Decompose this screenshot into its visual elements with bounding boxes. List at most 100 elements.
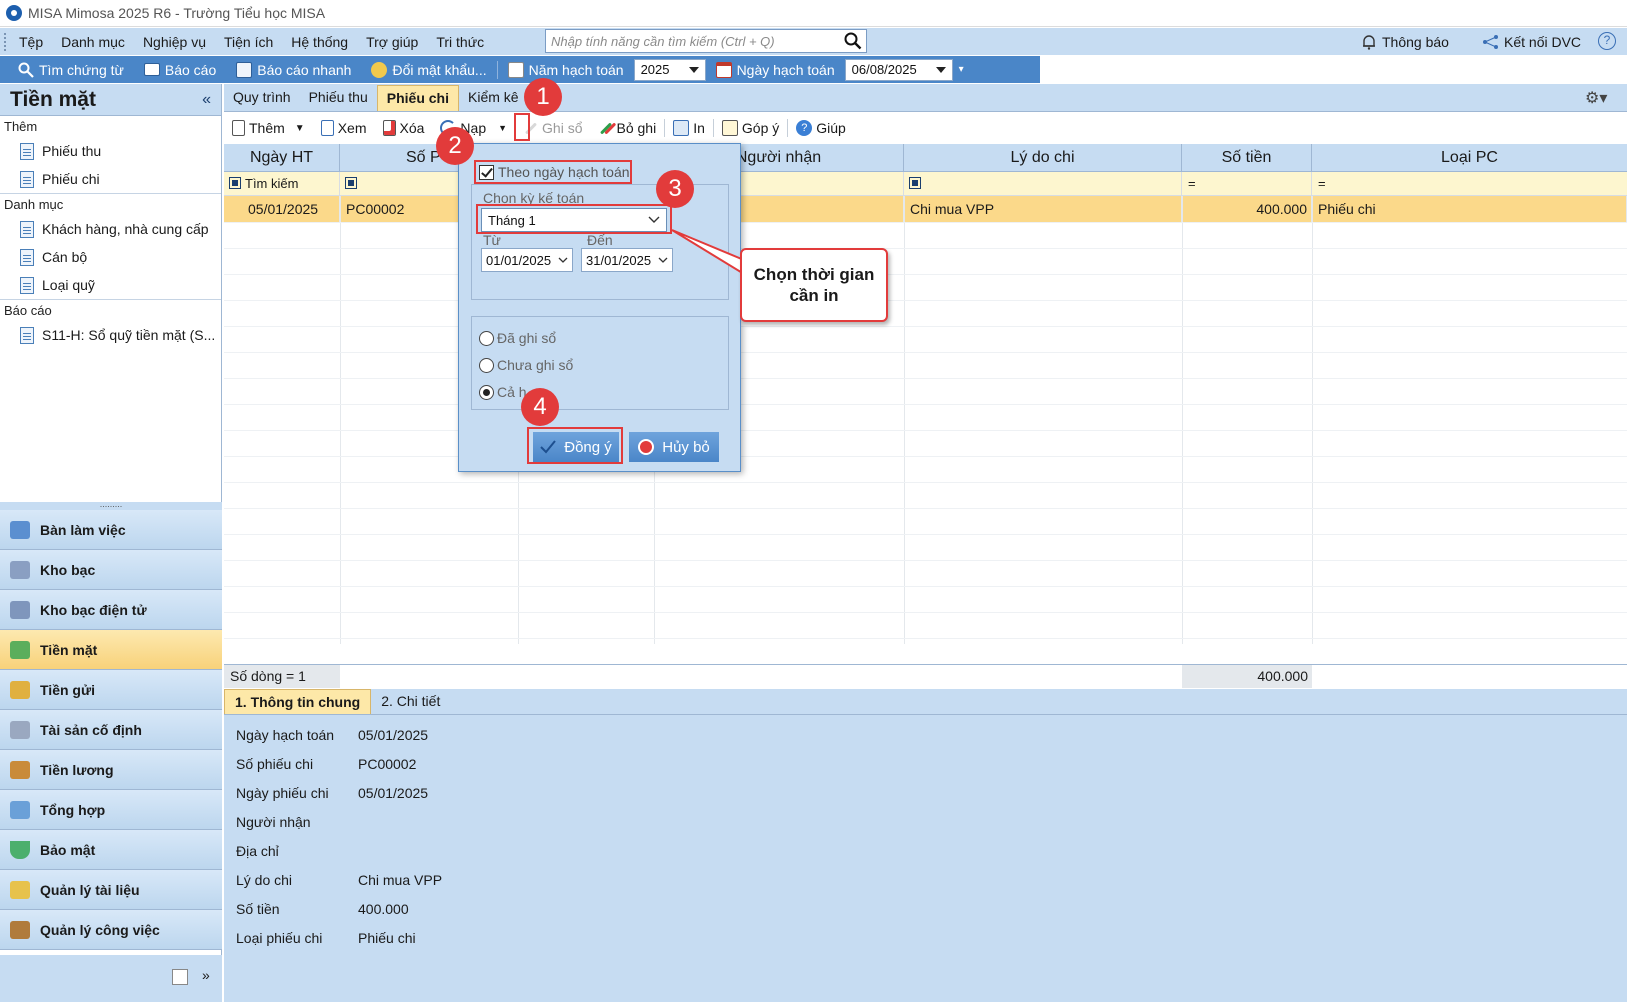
detail-label: Số tiền (236, 901, 280, 917)
tab-inventory-check[interactable]: Kiểm kê (459, 85, 528, 111)
app-logo-icon (6, 5, 22, 21)
help-icon[interactable]: ? (1598, 32, 1616, 50)
cancel-button[interactable]: Hủy bỏ (629, 432, 719, 462)
left-panel-footer: » (0, 955, 222, 1002)
cell-reason[interactable]: Chi mua VPP (904, 196, 1182, 222)
print-label: In (693, 120, 705, 136)
quick-report-button[interactable]: Báo cáo nhanh (226, 61, 361, 78)
nav-e-treasury[interactable]: Kho bạc điện tử (0, 590, 222, 630)
expand-more-icon[interactable]: » (202, 967, 210, 983)
tab-receipt[interactable]: Phiếu thu (300, 85, 377, 111)
nav-treasury[interactable]: Kho bạc (0, 550, 222, 590)
nav-document-management[interactable]: Quản lý tài liệu (0, 870, 222, 910)
nav-cash[interactable]: Tiền mặt (0, 630, 222, 670)
tab-details[interactable]: 2. Chi tiết (371, 689, 450, 714)
search-placeholder: Nhập tính năng cần tìm kiếm (Ctrl + Q) (551, 34, 775, 49)
notification-button[interactable]: Thông báo (1362, 34, 1449, 50)
tab-payment[interactable]: Phiếu chi (376, 85, 459, 111)
left-item-label: S11-H: Sổ quỹ tiền mặt (S... (42, 327, 216, 343)
cell-type[interactable]: Phiếu chi (1312, 196, 1627, 222)
nav-deposit[interactable]: Tiền gửi (0, 670, 222, 710)
grid-row-line (224, 612, 1627, 613)
menu-utilities[interactable]: Tiện ích (215, 34, 282, 50)
radio-all[interactable]: Cả h (479, 384, 527, 400)
filter-type[interactable]: = (1312, 172, 1627, 196)
left-item-cash-book-report[interactable]: S11-H: Sổ quỹ tiền mặt (S... (0, 321, 221, 349)
menu-operations[interactable]: Nghiệp vụ (134, 34, 215, 50)
filter-operator-icon[interactable] (345, 177, 357, 189)
help-button[interactable]: ? Giúp (788, 120, 854, 136)
help-label: Giúp (816, 120, 846, 136)
find-voucher-button[interactable]: Tìm chứng từ (0, 62, 134, 78)
fiscal-year-select[interactable]: 2025 (633, 58, 706, 81)
nav-work-management[interactable]: Quản lý công việc (0, 910, 222, 950)
nav-payroll[interactable]: Tiền lương (0, 750, 222, 790)
connect-dvc-button[interactable]: Kết nối DVC (1482, 34, 1581, 50)
col-header-date[interactable]: Ngày HT (224, 144, 340, 172)
change-password-button[interactable]: Đổi mật khẩu... (361, 61, 496, 78)
filter-operator-icon[interactable] (909, 177, 921, 189)
feedback-button[interactable]: Góp ý (714, 120, 787, 136)
tab-process[interactable]: Quy trình (224, 85, 300, 111)
filter-date[interactable]: Tìm kiếm (224, 172, 340, 196)
chevron-down-icon[interactable]: ▼ (295, 123, 305, 134)
left-item-customers[interactable]: Khách hàng, nhà cung cấp (0, 215, 221, 243)
delete-label: Xóa (399, 120, 425, 136)
left-item-payment[interactable]: Phiếu chi (0, 165, 221, 193)
filter-eq-icon[interactable]: = (1188, 176, 1196, 191)
grid-column-line (904, 196, 905, 644)
report-doc-icon (20, 326, 34, 344)
menu-file[interactable]: Tệp (10, 34, 52, 50)
left-item-fund-type[interactable]: Loại quỹ (0, 271, 221, 299)
left-item-staff[interactable]: Cán bộ (0, 243, 221, 271)
callout-note: Chọn thời gian cần in (740, 248, 888, 322)
to-date-input[interactable]: 31/01/2025 (581, 248, 673, 272)
unpost-button[interactable]: Bỏ ghi (591, 120, 665, 136)
col-header-reason[interactable]: Lý do chi (904, 144, 1182, 172)
cell-date[interactable]: 05/01/2025 (224, 196, 340, 222)
add-button[interactable]: Thêm ▼ (224, 120, 313, 136)
collapse-panel-icon[interactable]: « (202, 91, 211, 109)
edit-note-icon[interactable] (172, 969, 188, 985)
chevron-down-icon (558, 257, 568, 263)
filter-reason[interactable] (904, 172, 1182, 196)
menu-help[interactable]: Trợ giúp (357, 34, 427, 50)
posting-date-input[interactable]: 06/08/2025 (844, 58, 953, 81)
load-dropdown-icon[interactable]: ▼ (498, 123, 507, 133)
search-icon[interactable] (844, 32, 862, 50)
report-button[interactable]: Báo cáo (134, 62, 226, 78)
panel-splitter[interactable]: ......... (0, 500, 222, 510)
radio-posted[interactable]: Đã ghi sổ (479, 330, 556, 346)
gear-icon[interactable]: ⚙▾ (1585, 88, 1615, 108)
view-button[interactable]: Xem (313, 120, 375, 136)
menu-knowledge[interactable]: Tri thức (427, 34, 493, 50)
feature-search-input[interactable]: Nhập tính năng cần tìm kiếm (Ctrl + Q) (545, 29, 867, 53)
grid-row-line (224, 222, 1627, 223)
filter-amount[interactable]: = (1182, 172, 1312, 196)
from-date-input[interactable]: 01/01/2025 (481, 248, 573, 272)
col-header-amount[interactable]: Số tiền (1182, 144, 1312, 172)
left-item-receipt[interactable]: Phiếu thu (0, 137, 221, 165)
filter-operator-icon[interactable] (229, 177, 241, 189)
left-item-label: Phiếu thu (42, 143, 102, 159)
col-header-type[interactable]: Loại PC (1312, 144, 1627, 172)
menu-system[interactable]: Hệ thống (282, 34, 357, 50)
nav-desktop[interactable]: Bàn làm việc (0, 510, 222, 550)
cell-amount[interactable]: 400.000 (1182, 196, 1312, 222)
menu-catalog[interactable]: Danh mục (52, 34, 134, 50)
briefcase-icon (10, 920, 30, 939)
nav-summary[interactable]: Tổng hợp (0, 790, 222, 830)
add-label: Thêm (249, 120, 285, 136)
nav-fixed-assets[interactable]: Tài sản cố định (0, 710, 222, 750)
posting-date-label-wrap: Ngày hạch toán (706, 61, 845, 78)
grid-row-line (224, 560, 1627, 561)
left-item-label: Loại quỹ (42, 277, 95, 293)
radio-unposted[interactable]: Chưa ghi sổ (479, 357, 573, 373)
filter-eq-icon[interactable]: = (1318, 176, 1326, 191)
toolbar-overflow-icon[interactable]: ▾ (959, 64, 964, 75)
grid-column-line (1312, 196, 1313, 644)
nav-security[interactable]: Bảo mật (0, 830, 222, 870)
delete-button[interactable]: Xóa (375, 120, 433, 136)
print-button[interactable]: In (665, 120, 713, 136)
tab-general-info[interactable]: 1. Thông tin chung (224, 689, 372, 714)
